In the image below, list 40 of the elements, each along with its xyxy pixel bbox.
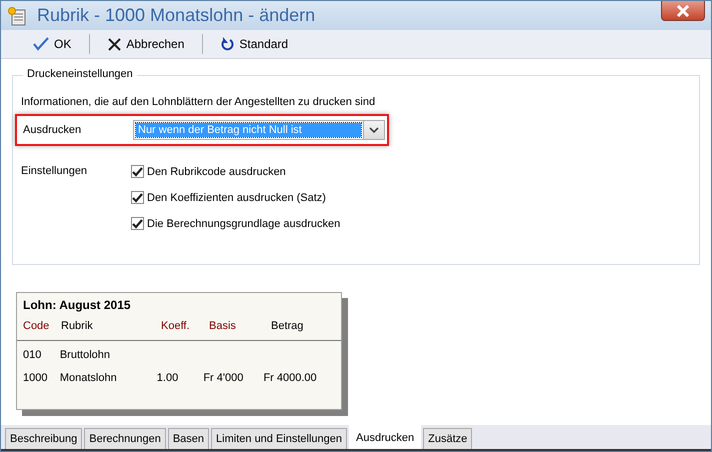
check-icon (33, 37, 49, 51)
close-button[interactable] (661, 1, 705, 21)
table-cell: Monatslohn (60, 372, 117, 384)
table-cell: Fr 4'000 (203, 372, 244, 384)
chevron-down-icon (369, 127, 379, 133)
tab[interactable]: Basen (168, 428, 210, 449)
tab[interactable]: Ausdrucken (349, 425, 422, 449)
close-icon (108, 38, 122, 50)
column-header: Code (23, 320, 50, 332)
checkbox-label: Den Rubrikcode ausdrucken (147, 166, 286, 178)
field-label: Einstellungen (21, 165, 88, 179)
group-title: Druckeneinstellungen (23, 68, 137, 80)
preview-title: Lohn: August 2015 (22, 297, 132, 312)
table-cell: Bruttolohn (60, 349, 110, 361)
toolbar-button[interactable]: OK (29, 35, 76, 53)
checkbox[interactable] (131, 217, 144, 230)
app-icon (7, 6, 27, 26)
column-header: Koeff. (161, 320, 191, 332)
checkbox[interactable] (131, 165, 144, 178)
toolbar-button[interactable]: Standard (217, 35, 292, 53)
window-title: Rubrik - 1000 Monatslohn - ändern (37, 5, 316, 26)
field-label: Ausdrucken (23, 124, 82, 136)
table-cell: 1000 (23, 372, 48, 384)
checkbox-label: Den Koeffizienten ausdrucken (Satz) (147, 192, 326, 204)
table-cell: Fr 4000.00 (263, 372, 317, 384)
toolbar-button[interactable]: Abbrechen (104, 35, 188, 53)
table-cell: 1.00 (156, 372, 178, 384)
table-cell: 010 (23, 349, 42, 361)
tab[interactable]: Berechnungen (84, 428, 166, 449)
tab[interactable]: Limiten und Einstellungen (211, 428, 348, 449)
column-header: Basis (209, 320, 237, 332)
column-header: Rubrik (61, 320, 94, 332)
tab[interactable]: Beschreibung (5, 428, 82, 449)
checkbox-label: Die Berechnungsgrundlage ausdrucken (147, 218, 340, 230)
tab[interactable]: Zusätze (423, 428, 472, 449)
info-text: Informationen, die auf den Lohnblättern der Angestellten zu drucken sind (21, 96, 376, 108)
checkbox[interactable] (131, 191, 144, 204)
close-icon (676, 4, 690, 16)
column-header: Betrag (271, 320, 304, 332)
refresh-icon (221, 37, 234, 51)
